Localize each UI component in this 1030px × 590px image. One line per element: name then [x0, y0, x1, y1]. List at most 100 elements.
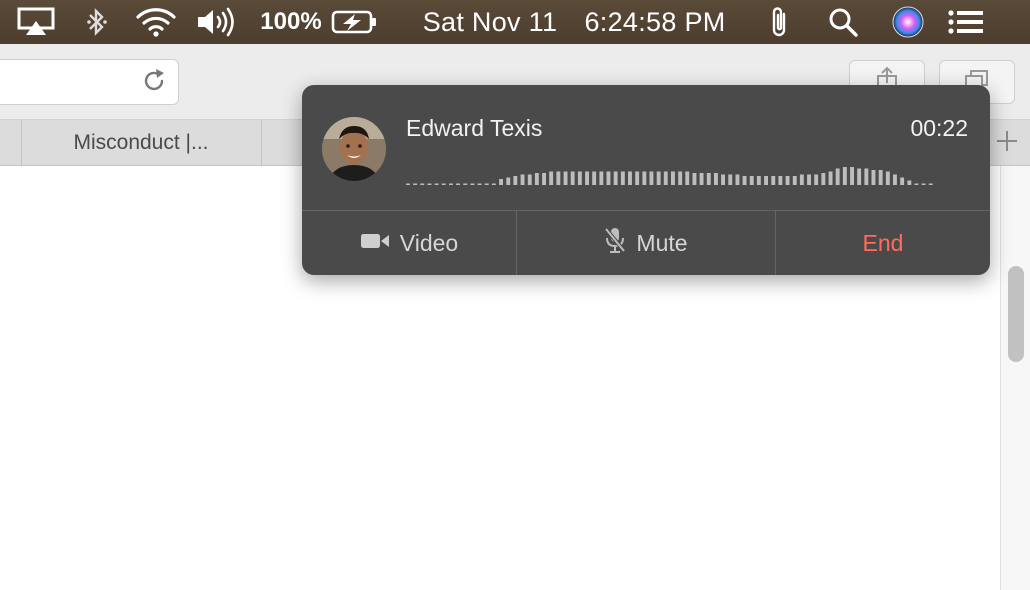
- waveform-bar: [828, 171, 833, 185]
- bluetooth-icon[interactable]: [84, 0, 110, 44]
- battery-charging-icon[interactable]: [330, 0, 378, 44]
- notification-center-icon[interactable]: [946, 0, 986, 44]
- waveform-bar: [413, 183, 418, 185]
- waveform-bar: [463, 183, 468, 185]
- waveform-bar: [628, 171, 632, 185]
- waveform-bar: [585, 171, 589, 185]
- mute-button[interactable]: Mute: [517, 211, 776, 275]
- waveform-bar: [914, 183, 919, 185]
- waveform-bar: [620, 171, 625, 185]
- microphone-muted-icon: [604, 226, 626, 260]
- waveform-bar: [749, 176, 754, 185]
- spotlight-search-icon[interactable]: [826, 0, 860, 44]
- waveform-bar: [520, 174, 525, 185]
- waveform-bar: [878, 170, 883, 185]
- waveform-bar: [506, 177, 511, 185]
- waveform-bar: [449, 183, 453, 185]
- waveform-bar: [921, 183, 926, 185]
- waveform-bar: [427, 183, 432, 185]
- menubar-date[interactable]: Sat Nov 11: [416, 0, 564, 44]
- waveform-bar: [714, 173, 718, 185]
- waveform-bar: [885, 171, 890, 185]
- scrollbar-track[interactable]: [1000, 166, 1030, 590]
- waveform-bar: [599, 171, 604, 185]
- caller-name: Edward Texis: [406, 115, 543, 141]
- video-camera-icon: [360, 230, 390, 257]
- waveform-bar: [434, 183, 439, 185]
- waveform-bar: [706, 173, 711, 185]
- waveform-bar: [807, 174, 811, 185]
- end-label: End: [862, 229, 904, 256]
- waveform-bar: [778, 176, 783, 185]
- end-call-button[interactable]: End: [776, 211, 990, 275]
- waveform-bar: [835, 168, 840, 185]
- waveform-bar: [613, 171, 618, 185]
- waveform-bar: [534, 173, 539, 185]
- mute-label: Mute: [636, 229, 688, 256]
- waveform-bar: [477, 183, 482, 185]
- waveform-bar: [456, 183, 460, 185]
- waveform-bar: [692, 173, 697, 185]
- waveform-bar: [671, 171, 675, 185]
- call-duration: 00:22: [910, 115, 968, 141]
- waveform-bar: [663, 171, 668, 185]
- waveform-bar: [864, 168, 869, 185]
- waveform-bar: [570, 171, 575, 185]
- waveform-bar: [893, 174, 897, 185]
- wifi-icon[interactable]: [134, 0, 178, 44]
- waveform-bar: [556, 171, 561, 185]
- waveform-bar: [728, 174, 733, 185]
- waveform-bar: [549, 171, 554, 185]
- waveform-bar: [742, 176, 747, 185]
- waveform-bar: [735, 174, 740, 185]
- waveform-bar: [928, 183, 933, 185]
- battery-percent: 100%: [260, 8, 322, 35]
- airplay-icon[interactable]: [16, 0, 56, 44]
- waveform-bar: [656, 171, 661, 185]
- waveform-bar: [821, 173, 826, 185]
- waveform-bar: [484, 183, 489, 185]
- new-tab-button[interactable]: [990, 122, 1024, 164]
- new-tab-plus-icon: [995, 129, 1019, 158]
- waveform-bar: [764, 176, 768, 185]
- waveform-bar: [491, 183, 496, 185]
- waveform-bar: [857, 168, 862, 185]
- video-button[interactable]: Video: [302, 211, 517, 275]
- waveform-bar: [721, 174, 725, 185]
- volume-icon[interactable]: [196, 0, 240, 44]
- waveform-bar: [842, 167, 847, 185]
- waveform-bar: [771, 176, 776, 185]
- waveform-bar: [592, 171, 597, 185]
- audio-waveform: [406, 167, 933, 185]
- waveform-bar: [606, 171, 611, 185]
- waveform-bar: [441, 183, 446, 185]
- menubar-time[interactable]: 6:24:58 PM: [576, 0, 734, 44]
- waveform-bar: [814, 174, 819, 185]
- waveform-bar: [792, 176, 797, 185]
- menu-bar: 100% Sat Nov 11 6:24:58 PM: [0, 0, 1030, 44]
- waveform-bar: [900, 177, 905, 185]
- waveform-bar: [678, 171, 683, 185]
- waveform-bar: [563, 171, 568, 185]
- waveform-bar: [527, 174, 532, 185]
- waveform-bar: [685, 171, 690, 185]
- waveform-bar: [420, 183, 425, 185]
- paperclip-icon[interactable]: [766, 0, 794, 44]
- waveform-bar: [642, 171, 647, 185]
- waveform-bar: [907, 180, 912, 185]
- waveform-bar: [871, 170, 876, 185]
- tab-previous[interactable]: [0, 120, 22, 166]
- scrollbar-thumb[interactable]: [1008, 266, 1024, 362]
- waveform-bar: [513, 176, 518, 185]
- waveform-bar: [635, 171, 640, 185]
- reload-icon[interactable]: [140, 66, 168, 96]
- tab-label: Misconduct |...: [73, 131, 209, 154]
- waveform-bar: [577, 171, 582, 185]
- tab-misconduct[interactable]: Misconduct |...: [21, 120, 262, 166]
- call-notification: Edward Texis 00:22 Video Mute End: [302, 85, 990, 275]
- caller-avatar: [322, 117, 386, 181]
- waveform-bar: [470, 183, 475, 185]
- siri-icon[interactable]: [890, 0, 926, 44]
- waveform-bar: [542, 173, 546, 185]
- waveform-bar: [406, 183, 410, 185]
